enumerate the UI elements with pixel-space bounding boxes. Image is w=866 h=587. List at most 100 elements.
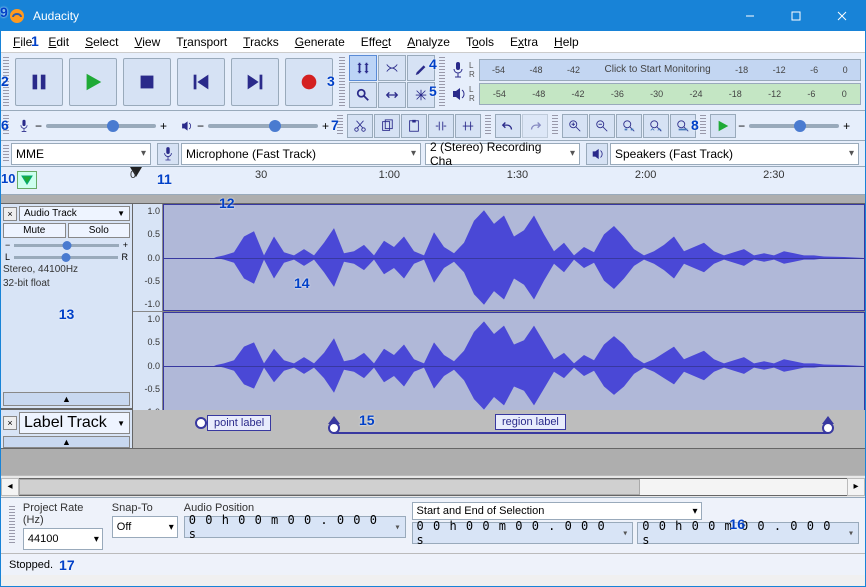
tools-toolbar bbox=[347, 53, 437, 110]
playback-device-select[interactable]: Speakers (Fast Track) bbox=[610, 143, 859, 165]
play-at-speed-button[interactable] bbox=[710, 114, 736, 138]
zoom-in-button[interactable] bbox=[562, 114, 588, 138]
vruler-left: 1.00.50.0-0.5-1.0 bbox=[133, 204, 163, 311]
playback-meter[interactable]: -54 -48 -42 -36 -30 -24 -18 -12 -6 0 bbox=[479, 83, 861, 105]
menu-transport[interactable]: Transport bbox=[168, 33, 235, 51]
stop-button[interactable] bbox=[123, 58, 171, 106]
zoom-tool[interactable] bbox=[349, 82, 377, 108]
scroll-track[interactable] bbox=[19, 478, 847, 496]
annot-11: 11 bbox=[157, 171, 172, 187]
scroll-left-button[interactable]: ◂ bbox=[1, 478, 19, 496]
region-label[interactable]: region label bbox=[495, 414, 566, 430]
recording-meter[interactable]: -54 -48 -42 Click to Start Monitoring -1… bbox=[479, 59, 861, 81]
status-state: Stopped. bbox=[9, 559, 53, 571]
selection-mode-select[interactable]: Start and End of Selection bbox=[412, 502, 702, 520]
audio-position-field[interactable]: 0 0 h 0 0 m 0 0 . 0 0 0 s bbox=[184, 516, 406, 538]
track-close-button[interactable]: × bbox=[3, 207, 17, 221]
envelope-tool[interactable] bbox=[378, 55, 406, 81]
track-control-panel[interactable]: × Audio Track Mute Solo −+ LR Stereo, 44… bbox=[1, 204, 133, 408]
snap-to-label: Snap-To bbox=[112, 502, 178, 514]
play-volume: − + bbox=[173, 119, 335, 133]
label-track-collapse-button[interactable]: ▲ bbox=[3, 436, 130, 448]
rec-lr: LR bbox=[469, 61, 475, 79]
annot-13: 13 bbox=[59, 306, 75, 322]
grip-playatspeed[interactable] bbox=[700, 115, 706, 136]
menu-help[interactable]: Help bbox=[546, 33, 587, 51]
menu-generate[interactable]: Generate bbox=[287, 33, 353, 51]
audio-host-select[interactable]: MME bbox=[11, 143, 151, 165]
play-volume-slider[interactable] bbox=[208, 124, 318, 128]
clip-right[interactable] bbox=[163, 312, 865, 419]
cut-button[interactable] bbox=[347, 114, 373, 138]
selection-start-field[interactable]: 0 0 h 0 0 m 0 0 . 0 0 0 s bbox=[412, 522, 634, 544]
annot-17: 17 bbox=[59, 557, 75, 573]
grip-selection[interactable] bbox=[9, 506, 15, 545]
zoom-out-button[interactable] bbox=[589, 114, 615, 138]
menu-tools[interactable]: Tools bbox=[458, 33, 502, 51]
label-track-menu-button[interactable]: Label Track bbox=[19, 412, 130, 434]
skip-end-button[interactable] bbox=[231, 58, 279, 106]
annot-15: 15 bbox=[359, 412, 375, 428]
project-rate-select[interactable]: 44100 bbox=[23, 528, 103, 550]
grip-tools[interactable] bbox=[339, 57, 345, 106]
menu-effect[interactable]: Effect bbox=[353, 33, 399, 51]
skip-start-button[interactable] bbox=[177, 58, 225, 106]
grip-rec-meter[interactable] bbox=[439, 57, 445, 106]
selection-end-field[interactable]: 0 0 h 0 0 m 0 0 . 0 0 0 s bbox=[637, 522, 859, 544]
timeshift-tool[interactable] bbox=[378, 82, 406, 108]
solo-button[interactable]: Solo bbox=[68, 223, 131, 238]
undo-button[interactable] bbox=[495, 114, 521, 138]
grip-undo[interactable] bbox=[485, 115, 491, 136]
pinned-play-head-button[interactable] bbox=[17, 171, 37, 189]
clip-left[interactable]: 14 bbox=[163, 204, 865, 311]
record-button[interactable] bbox=[285, 58, 333, 106]
menubar: 1 File Edit Select View Transport Tracks… bbox=[1, 31, 865, 53]
scroll-thumb[interactable] bbox=[19, 479, 640, 495]
menu-extra[interactable]: Extra bbox=[502, 33, 546, 51]
redo-button[interactable] bbox=[522, 114, 548, 138]
grip-zoom[interactable] bbox=[552, 115, 558, 136]
minimize-button[interactable] bbox=[727, 1, 773, 31]
close-button[interactable] bbox=[819, 1, 865, 31]
pan-slider[interactable]: LR bbox=[3, 252, 130, 262]
gain-slider[interactable]: −+ bbox=[3, 240, 130, 250]
copy-button[interactable] bbox=[374, 114, 400, 138]
label-track-control-panel[interactable]: × Label Track ▲ bbox=[1, 410, 133, 448]
fit-selection-button[interactable] bbox=[616, 114, 642, 138]
point-label[interactable]: point label bbox=[195, 414, 271, 432]
window-title: Audacity bbox=[33, 9, 727, 23]
speaker-icon bbox=[179, 119, 193, 133]
trim-button[interactable] bbox=[428, 114, 454, 138]
menu-analyze[interactable]: Analyze bbox=[399, 33, 458, 51]
label-track-close-button[interactable]: × bbox=[3, 416, 17, 430]
menu-tracks[interactable]: Tracks bbox=[235, 33, 287, 51]
fit-project-button[interactable] bbox=[643, 114, 669, 138]
menu-view[interactable]: View bbox=[126, 33, 168, 51]
paste-button[interactable] bbox=[401, 114, 427, 138]
scroll-right-button[interactable]: ▸ bbox=[847, 478, 865, 496]
pause-button[interactable] bbox=[15, 58, 63, 106]
menu-select[interactable]: Select bbox=[77, 33, 126, 51]
recording-channels-select[interactable]: 2 (Stereo) Recording Cha bbox=[425, 143, 580, 165]
menu-edit[interactable]: Edit bbox=[40, 33, 77, 51]
label-body[interactable]: 15 point label region label bbox=[133, 410, 865, 448]
track-collapse-button[interactable]: ▲ bbox=[3, 392, 130, 406]
track-menu-button[interactable]: Audio Track bbox=[19, 206, 130, 221]
timeline[interactable]: 10 11 0 30 1:00 1:30 2:00 2:30 bbox=[1, 167, 865, 195]
speed-slider-block: − + bbox=[738, 119, 856, 133]
horizontal-scrollbar[interactable]: ◂ ▸ bbox=[1, 475, 865, 497]
rec-volume-slider[interactable] bbox=[46, 124, 156, 128]
grip-device[interactable] bbox=[3, 145, 9, 162]
play-button[interactable] bbox=[69, 58, 117, 106]
play-lr: LR bbox=[469, 85, 475, 103]
snap-to-select[interactable]: Off bbox=[112, 516, 178, 538]
selection-tool[interactable] bbox=[349, 55, 377, 81]
region-start-handle[interactable] bbox=[327, 414, 341, 434]
region-end-handle[interactable] bbox=[821, 414, 835, 434]
maximize-button[interactable] bbox=[773, 1, 819, 31]
play-speed-slider[interactable] bbox=[749, 124, 839, 128]
silence-button[interactable] bbox=[455, 114, 481, 138]
mute-button[interactable]: Mute bbox=[3, 223, 66, 238]
track-bits-label: 32-bit float bbox=[3, 278, 130, 290]
recording-device-select[interactable]: Microphone (Fast Track) bbox=[181, 143, 421, 165]
